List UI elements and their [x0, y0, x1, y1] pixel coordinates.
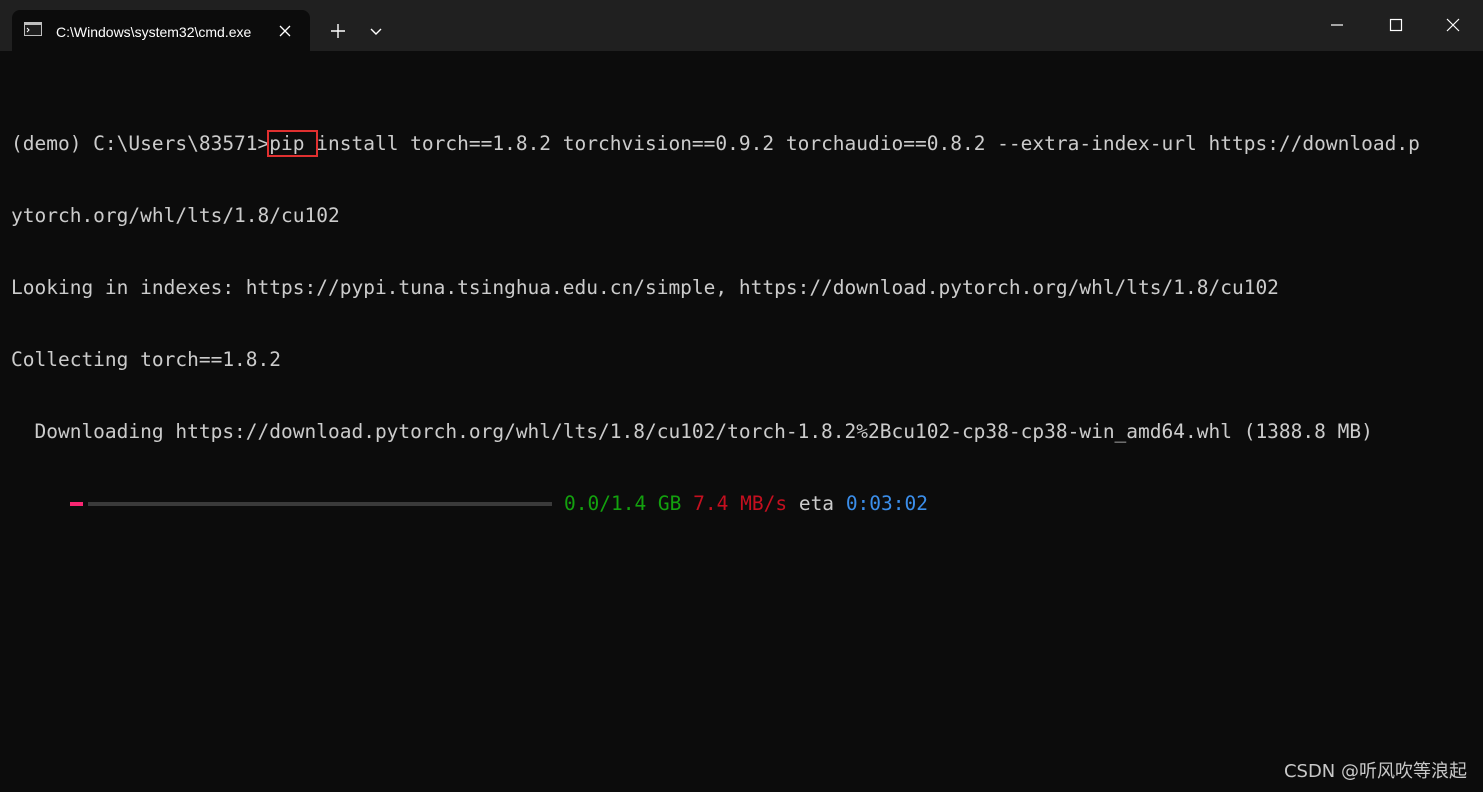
chevron-down-icon [370, 28, 382, 35]
terminal-output[interactable]: (demo) C:\Users\83571>pip install torch=… [11, 84, 1471, 564]
downloading-line: Downloading https://download.pytorch.org… [11, 420, 1373, 443]
prompt: (demo) C:\Users\83571> [11, 132, 270, 155]
maximize-button[interactable] [1373, 4, 1419, 46]
command-line: (demo) C:\Users\83571>pip install torch=… [11, 130, 1471, 157]
command-wrap-line: ytorch.org/whl/lts/1.8/cu102 [11, 204, 340, 227]
download-speed: 7.4 MB/s [693, 492, 788, 515]
eta-label: eta [798, 492, 835, 515]
tab-cmd[interactable]: C:\Windows\system32\cmd.exe [12, 10, 310, 51]
plus-icon [331, 24, 345, 38]
title-bar[interactable]: C:\Windows\system32\cmd.exe [0, 0, 1483, 51]
progress-line: 0.0/1.4 GB 7.4 MB/s eta 0:03:02 [11, 492, 1471, 516]
minimize-button[interactable] [1314, 4, 1360, 46]
tab-close-button[interactable] [275, 21, 295, 41]
download-size: 0.0/1.4 GB [564, 492, 682, 515]
maximize-icon [1389, 18, 1403, 32]
progress-bar-fill [70, 502, 83, 506]
minimize-icon [1331, 24, 1343, 26]
command-text: install torch==1.8.2 torchvision==0.9.2 … [316, 132, 1420, 155]
eta-value: 0:03:02 [845, 492, 928, 515]
terminal-window: C:\Windows\system32\cmd.exe (demo) C:\Us… [0, 0, 1483, 792]
progress-text: 0.0/1.4 GB 7.4 MB/s eta 0:03:02 [564, 492, 928, 516]
new-tab-button[interactable] [324, 17, 352, 45]
tab-dropdown-button[interactable] [362, 17, 390, 45]
watermark: CSDN @听风吹等浪起 [1283, 761, 1467, 782]
close-icon [1446, 18, 1460, 32]
looking-in-indexes-line: Looking in indexes: https://pypi.tuna.ts… [11, 276, 1279, 299]
tab-title: C:\Windows\system32\cmd.exe [56, 24, 252, 40]
close-icon [279, 25, 291, 37]
console-icon [24, 22, 42, 36]
close-button[interactable] [1430, 4, 1476, 46]
progress-bar-track [88, 502, 552, 506]
collecting-line: Collecting torch==1.8.2 [11, 348, 282, 371]
pip-highlight: pip [267, 130, 319, 157]
